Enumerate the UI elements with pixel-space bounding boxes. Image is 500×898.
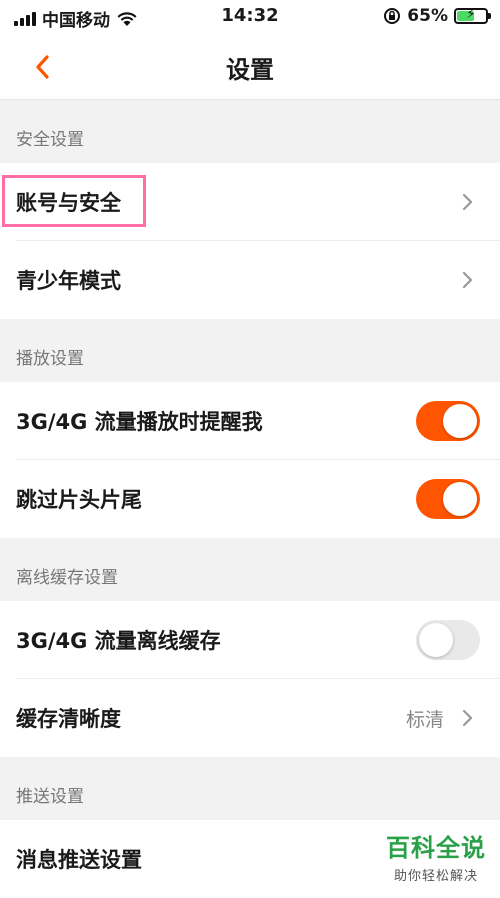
cache-quality-value: 标清 — [405, 709, 444, 731]
toggle-knob — [419, 623, 453, 657]
account-security-row[interactable]: 账号与安全 — [0, 163, 500, 241]
section-header-security: 安全设置 — [16, 130, 84, 150]
page-title: 设置 — [226, 56, 274, 84]
toggle-knob — [443, 482, 477, 516]
charging-bolt-icon: ⚡ — [466, 7, 476, 22]
chevron-right-icon — [462, 193, 473, 211]
youth-mode-row[interactable]: 青少年模式 — [0, 241, 500, 319]
section-header-offline-cache: 离线缓存设置 — [16, 568, 118, 588]
mobile-data-cache-row: 3G/4G 流量离线缓存 — [0, 601, 500, 679]
navigation-bar: 设置 — [0, 34, 500, 100]
cache-quality-row[interactable]: 缓存清晰度 标清 — [0, 679, 500, 757]
skip-intro-outro-label: 跳过片头片尾 — [16, 488, 142, 512]
orientation-lock-icon — [384, 8, 401, 24]
mobile-data-reminder-toggle[interactable] — [416, 401, 480, 441]
chevron-right-icon — [462, 271, 473, 289]
mobile-data-reminder-label: 3G/4G 流量播放时提醒我 — [16, 410, 263, 434]
account-security-label: 账号与安全 — [16, 191, 121, 215]
battery-percent: 65% — [407, 6, 448, 26]
watermark-slogan: 助你轻松解决 — [393, 869, 478, 884]
battery-charging-icon: ⚡ — [454, 7, 491, 24]
section-header-playback: 播放设置 — [16, 349, 84, 369]
section-header-push: 推送设置 — [16, 787, 84, 807]
youth-mode-label: 青少年模式 — [16, 269, 121, 293]
toggle-knob — [443, 404, 477, 438]
status-bar: 中国移动 14:32 65% ⚡ — [0, 0, 500, 34]
watermark-brand: 百科全说 — [386, 834, 486, 862]
skip-intro-outro-row: 跳过片头片尾 — [0, 460, 500, 538]
watermark: 百科全说 助你轻松解决 — [386, 828, 486, 884]
status-bar-right: 65% ⚡ — [383, 6, 491, 26]
mobile-data-reminder-row: 3G/4G 流量播放时提醒我 — [0, 382, 500, 460]
skip-intro-outro-toggle[interactable] — [416, 479, 480, 519]
message-push-label: 消息推送设置 — [16, 848, 142, 872]
chevron-right-icon — [462, 709, 473, 727]
mobile-data-cache-label: 3G/4G 流量离线缓存 — [16, 629, 221, 653]
mobile-data-cache-toggle[interactable] — [416, 620, 480, 660]
cache-quality-label: 缓存清晰度 — [16, 707, 121, 731]
